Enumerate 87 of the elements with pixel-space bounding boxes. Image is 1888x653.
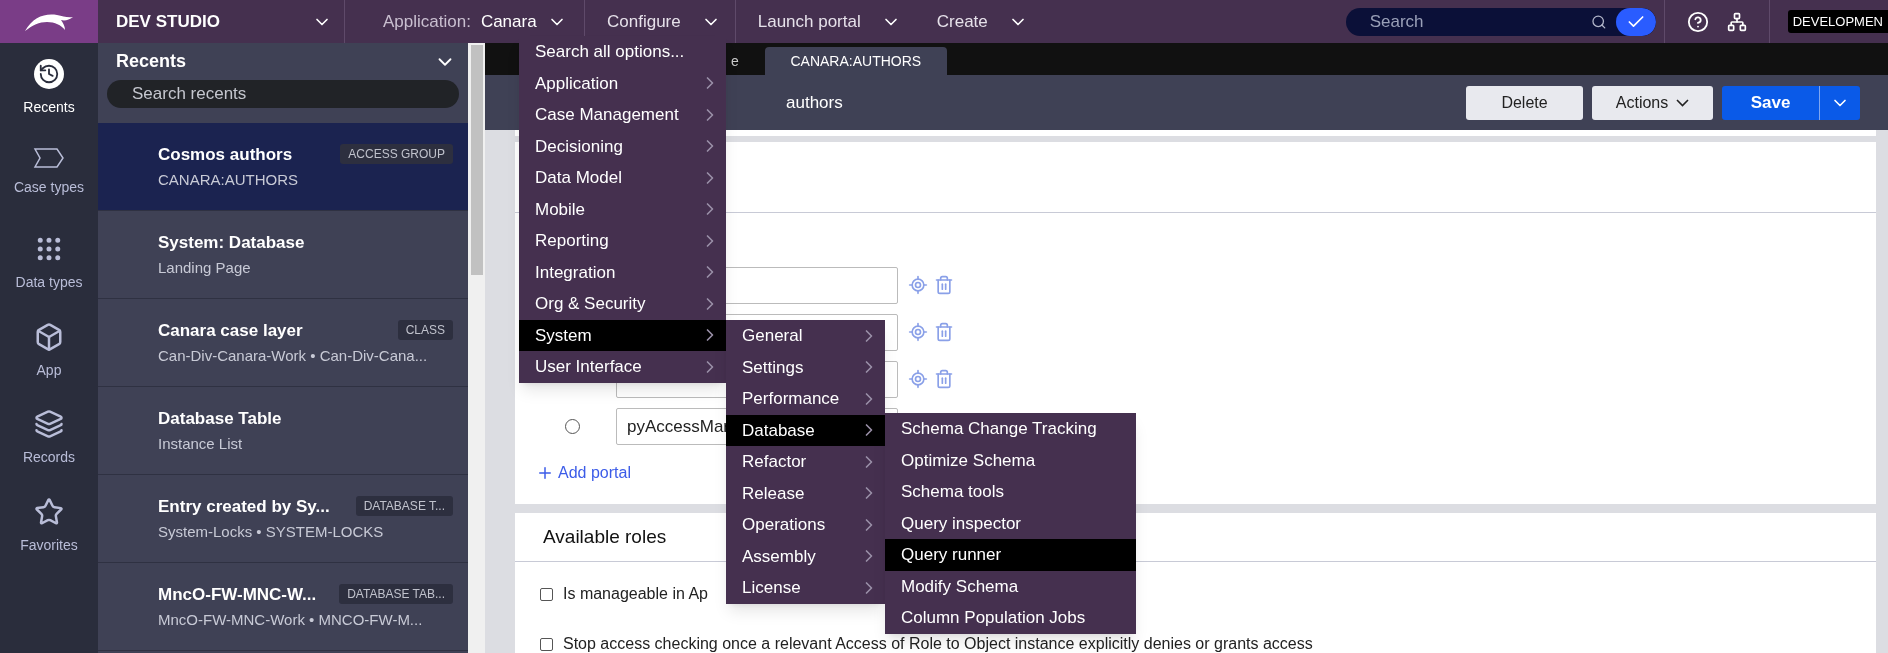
recent-item[interactable]: MncO-FW-MNC-W... DATABASE TAB... MncO-FW-MNC-Work • MNCO-FW-M... — [98, 563, 468, 651]
menu-item[interactable]: Case Management — [519, 99, 726, 131]
menu-item[interactable]: Release — [726, 477, 885, 509]
plus-icon — [536, 464, 554, 482]
section-title: Available roles — [543, 524, 667, 549]
nav-menu-item[interactable]: Launch portal — [757, 8, 861, 35]
menu-item[interactable]: Integration — [519, 256, 726, 288]
menu-item[interactable]: Reporting — [519, 225, 726, 257]
rail-item[interactable]: Favorites — [0, 489, 98, 577]
item-title: System: Database — [158, 231, 305, 254]
item-title: MncO-FW-MNC-W... — [158, 583, 317, 606]
caret-icon — [1676, 98, 1690, 107]
menu-item[interactable]: General — [726, 320, 885, 352]
item-title: Entry created by Sy... — [158, 495, 330, 518]
recent-item[interactable]: Canara case layer CLASS Can-Div-Canara-Work • Can-Div-Cana... — [98, 299, 468, 387]
menu-item[interactable]: Settings — [726, 351, 885, 383]
help-icon[interactable] — [1686, 10, 1709, 33]
star-icon — [34, 496, 64, 527]
radio-button[interactable] — [565, 419, 580, 434]
rail-item[interactable]: Case types — [0, 139, 98, 227]
menu-item[interactable]: Operations — [726, 509, 885, 541]
item-subtitle: MncO-FW-MNC-Work • MNCO-FW-M... — [158, 610, 424, 630]
item-subtitle: CANARA:AUTHORS — [158, 170, 300, 190]
menu-item[interactable]: Schema Change Tracking — [885, 413, 1136, 445]
item-title: Database Table — [158, 407, 282, 430]
search-bar[interactable]: Search — [1345, 7, 1656, 36]
menu-item[interactable]: Query runner — [885, 539, 1136, 571]
nav-menu-item[interactable]: Configure — [607, 8, 681, 35]
item-subtitle: System-Locks • SYSTEM-LOCKS — [158, 522, 385, 542]
checkbox-label: Stop access checking once a relevant Access of Role to Object instance explicitly denies or grants access — [563, 635, 1313, 653]
menu-item[interactable]: Modify Schema — [885, 570, 1136, 602]
menu-item[interactable]: Query inspector — [885, 507, 1136, 539]
cube-icon — [34, 321, 64, 352]
menu-item[interactable]: Refactor — [726, 446, 885, 478]
save-button[interactable]: Save — [1722, 85, 1820, 120]
checkbox-label: Is manageable in Ap — [563, 585, 708, 603]
tag-icon — [33, 146, 65, 169]
menu-item[interactable]: Assembly — [726, 540, 885, 572]
menu-item[interactable]: System — [519, 319, 726, 351]
search-field[interactable]: Search recents — [107, 80, 459, 108]
recent-item[interactable]: Entry created by Sy... DATABASE T... System-Locks • SYSTEM-LOCKS — [98, 475, 468, 563]
type-badge: CLASS — [397, 320, 453, 341]
item-title: Canara case layer — [158, 319, 303, 342]
history-icon — [34, 59, 64, 89]
type-badge: DATABASE TAB... — [339, 584, 453, 605]
menu-item[interactable]: Column Population Jobs — [885, 602, 1136, 634]
studio-title: DEV STUDIO — [116, 10, 220, 33]
application-name[interactable]: Canara — [480, 8, 537, 35]
menu-item[interactable]: Schema tools — [885, 476, 1136, 508]
search-input[interactable]: Search — [1345, 8, 1591, 35]
menu-item[interactable]: Mobile — [519, 193, 726, 225]
add-portal-link[interactable]: Add portal — [536, 461, 631, 485]
actions-button[interactable]: Actions — [1592, 85, 1713, 120]
item-subtitle: Landing Page — [158, 258, 252, 278]
menu-item[interactable]: User Interface — [519, 351, 726, 383]
rail-item[interactable]: Data types — [0, 227, 98, 315]
item-subtitle: Can-Div-Canara-Work • Can-Div-Cana... — [158, 346, 429, 366]
tab[interactable]: CANARA:AUTHORS — [764, 47, 947, 75]
type-badge: DATABASE T... — [355, 496, 453, 517]
menu-item[interactable]: Data Model — [519, 162, 726, 194]
rail-item[interactable]: Recents — [0, 52, 98, 140]
menu-item[interactable]: Application — [519, 67, 726, 99]
panel-title: Recents — [116, 50, 187, 73]
menu-item[interactable]: Search all options... — [519, 36, 726, 68]
menu-item[interactable]: License — [726, 572, 885, 604]
nav-menu-item[interactable]: Create — [936, 8, 988, 35]
checkbox[interactable] — [540, 587, 553, 601]
checkbox[interactable] — [540, 637, 553, 651]
item-title: Cosmos authors — [158, 143, 293, 166]
menu-item[interactable]: Decisioning — [519, 130, 726, 162]
item-subtitle: Instance List — [158, 434, 244, 454]
delete-button[interactable]: Delete — [1466, 85, 1583, 120]
confirm-button[interactable] — [1616, 7, 1656, 36]
rail-item[interactable]: App — [0, 314, 98, 402]
type-badge: ACCESS GROUP — [340, 144, 453, 165]
scrollbar-thumb[interactable] — [470, 45, 483, 275]
recent-item[interactable]: Cosmos authors ACCESS GROUP CANARA:AUTHORS — [98, 123, 468, 211]
menu-item[interactable]: Performance — [726, 383, 885, 415]
hierarchy-icon[interactable] — [1726, 11, 1747, 32]
menu-item[interactable]: Database — [726, 414, 885, 446]
application-label: Application: — [383, 10, 471, 33]
page-title: authors — [786, 91, 844, 114]
menu-item[interactable]: Org & Security — [519, 288, 726, 320]
menu-item[interactable]: Optimize Schema — [885, 444, 1136, 476]
environment-badge: DEVELOPMEN — [1787, 9, 1888, 34]
rail-item[interactable]: Records — [0, 402, 98, 490]
layers-icon — [34, 409, 64, 439]
